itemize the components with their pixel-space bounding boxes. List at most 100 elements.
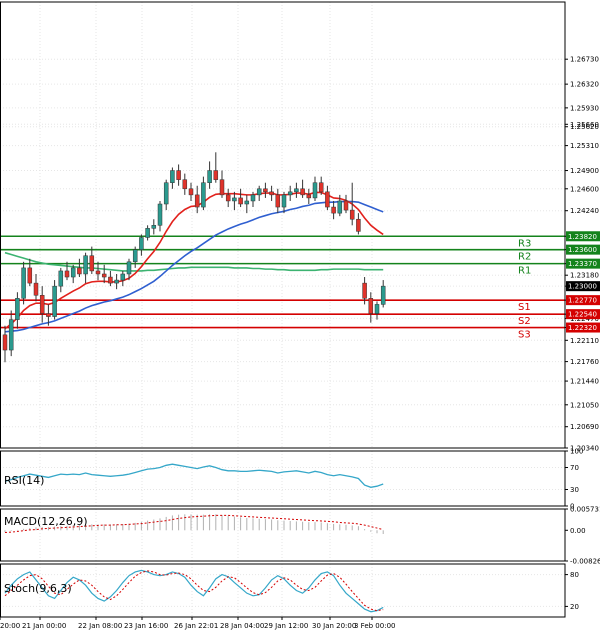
candle-body xyxy=(312,182,318,199)
sub-y-tick-label: 70 xyxy=(570,464,579,472)
y-tick-label: 1.25930 xyxy=(570,104,599,112)
candle-body xyxy=(219,179,225,196)
macd-label: MACD(12,26,9) xyxy=(4,515,88,528)
level-label-r2: R2 xyxy=(518,252,531,263)
candle-body xyxy=(337,200,343,214)
candle-body xyxy=(281,194,287,208)
candle-body xyxy=(306,194,312,199)
x-tick-label: 28 Jan 04:00 xyxy=(220,622,264,630)
level-price-label: 1.23820 xyxy=(568,233,597,241)
candle-body xyxy=(114,279,119,284)
candle-body xyxy=(238,197,243,205)
candle-body xyxy=(95,270,101,275)
candle-body xyxy=(349,209,355,220)
candle-body xyxy=(33,282,39,296)
candle-body xyxy=(2,334,8,351)
candle-body xyxy=(201,182,206,208)
candle-body xyxy=(157,203,163,226)
sub-y-tick-label: -0.008266 xyxy=(570,558,600,566)
candles xyxy=(2,152,386,363)
y-tick-label: 1.21440 xyxy=(570,378,599,386)
candle-body xyxy=(331,206,336,214)
candle-body xyxy=(145,228,150,238)
candle-body xyxy=(256,188,262,196)
x-tick-label: 20:00 xyxy=(0,622,20,630)
candle-body xyxy=(64,270,70,278)
candle-body xyxy=(77,267,82,275)
level-label-s3: S3 xyxy=(518,330,531,341)
panel-frame xyxy=(0,450,566,507)
axes: 1.267301.263201.259301.256201.256601.253… xyxy=(0,56,600,630)
rsi-label: RSI(14) xyxy=(4,474,44,487)
x-tick-label: 22 Jan 08:00 xyxy=(78,622,122,630)
candle-body xyxy=(132,249,138,263)
candle-body xyxy=(213,170,219,180)
level-label-s2: S2 xyxy=(518,316,531,327)
sub-y-tick-label: 0.00 xyxy=(570,527,586,535)
candle-body xyxy=(182,179,188,190)
rsi-line xyxy=(4,463,384,488)
candle-body xyxy=(58,270,64,287)
y-tick-label: 1.25660 xyxy=(570,121,599,129)
panel-frame xyxy=(0,563,566,618)
candle-body xyxy=(343,200,349,211)
candle-body xyxy=(269,191,274,196)
moving-averages xyxy=(4,191,384,333)
sub-y-tick-label: 20 xyxy=(570,603,579,611)
candle-body xyxy=(170,170,175,183)
sub-y-tick-label: 100 xyxy=(570,448,583,456)
candle-body xyxy=(83,255,88,275)
candle-body xyxy=(368,298,374,314)
y-tick-label: 1.26320 xyxy=(570,81,599,89)
y-tick-label: 1.20690 xyxy=(570,423,599,431)
x-tick-label: 29 Jan 12:00 xyxy=(264,622,308,630)
y-tick-label: 1.24240 xyxy=(570,207,599,215)
candle-body xyxy=(232,197,237,202)
candle-body xyxy=(294,188,299,193)
sub-y-tick-label: 30 xyxy=(570,486,579,494)
sub-y-tick-label: 80 xyxy=(570,571,579,579)
level-price-label: 1.23370 xyxy=(568,260,597,268)
candle-body xyxy=(225,194,231,202)
candle-body xyxy=(8,319,14,351)
candle-body xyxy=(126,261,132,275)
level-label-s1: S1 xyxy=(518,302,531,313)
stoch-label: Stoch(9,6,3) xyxy=(4,582,72,595)
candle-body xyxy=(108,276,113,284)
x-tick-label: 26 Jan 22:01 xyxy=(174,622,218,630)
y-tick-label: 1.22110 xyxy=(570,337,599,345)
candle-body xyxy=(163,182,169,205)
candle-body xyxy=(275,194,281,208)
candle-body xyxy=(325,191,330,208)
candle-body xyxy=(21,267,26,299)
level-price-label: 1.22770 xyxy=(568,297,597,305)
current-price-label: 1.23000 xyxy=(568,283,597,291)
candle-body xyxy=(374,304,380,314)
y-tick-label: 1.23180 xyxy=(570,272,599,280)
candle-body xyxy=(15,298,20,320)
candle-body xyxy=(52,285,57,317)
ma-slow-line xyxy=(4,251,384,272)
sub-y-tick-label: 0.005731 xyxy=(570,506,600,514)
chart-canvas: R3R2R1S1S2S3 1.267301.263201.259301.2562… xyxy=(0,1,600,630)
candle-body xyxy=(362,282,367,299)
candle-body xyxy=(250,194,256,202)
candle-body xyxy=(207,170,212,183)
candle-body xyxy=(101,273,107,278)
x-tick-label: 21 Jan 00:00 xyxy=(22,622,66,630)
level-label-r3: R3 xyxy=(518,238,531,249)
y-tick-label: 1.25310 xyxy=(570,142,599,150)
level-price-label: 1.23600 xyxy=(568,246,597,254)
x-tick-label: 23 Jan 16:00 xyxy=(124,622,168,630)
candle-body xyxy=(194,194,200,208)
ma-fast-line xyxy=(4,191,384,330)
y-tick-label: 1.24900 xyxy=(570,167,599,175)
candle-body xyxy=(39,295,45,314)
candle-body xyxy=(139,237,144,250)
x-tick-label: 30 Jan 20:00 xyxy=(312,622,356,630)
candle-body xyxy=(263,188,268,193)
level-price-label: 1.22320 xyxy=(568,324,597,332)
candle-body xyxy=(318,182,324,193)
candle-body xyxy=(287,191,293,196)
y-tick-label: 1.21760 xyxy=(570,358,599,366)
